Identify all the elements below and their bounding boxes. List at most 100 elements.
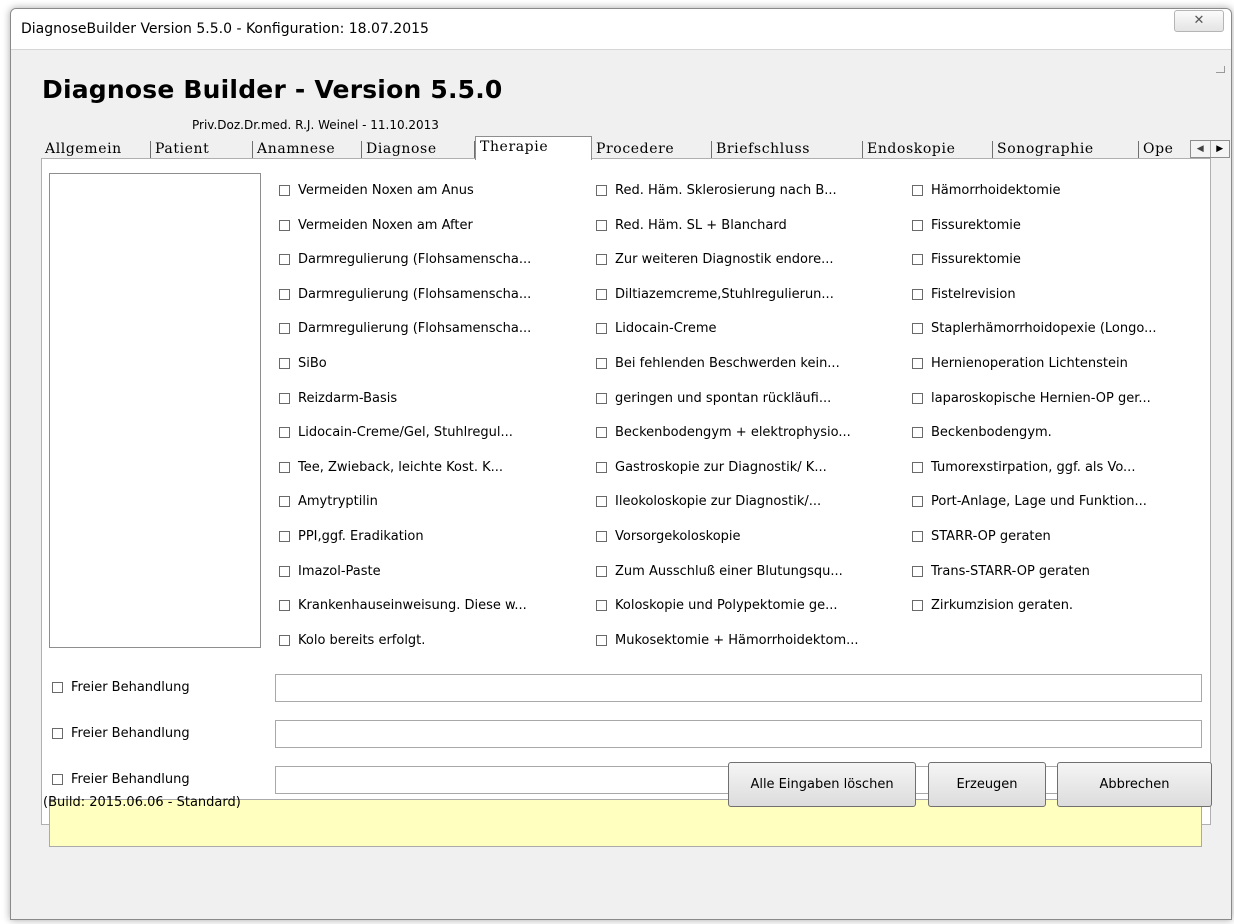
therapy-checkbox[interactable]: Fissurektomie xyxy=(912,216,1021,234)
therapy-checkbox[interactable]: Lidocain-Creme/Gel, Stuhlregul... xyxy=(279,423,513,441)
checkbox-box[interactable] xyxy=(596,599,607,611)
checkbox-box[interactable] xyxy=(596,495,607,507)
therapy-checkbox[interactable]: Darmregulierung (Flohsamenscha... xyxy=(279,250,531,268)
therapy-checkbox[interactable]: Kolo bereits erfolgt. xyxy=(279,631,425,649)
free-treatment-input-2[interactable] xyxy=(275,720,1202,748)
tab-operation[interactable]: Ope xyxy=(1139,141,1190,158)
tab-patient[interactable]: Patient xyxy=(151,141,253,158)
therapy-checkbox[interactable]: Hernienoperation Lichtenstein xyxy=(912,354,1128,372)
checkbox-box[interactable] xyxy=(596,288,607,300)
therapy-checkbox[interactable]: Beckenbodengym + elektrophysio... xyxy=(596,423,851,441)
cancel-button[interactable]: Abbrechen xyxy=(1057,762,1212,807)
therapy-checkbox[interactable]: Tee, Zwieback, leichte Kost. K... xyxy=(279,458,503,476)
checkbox-box[interactable] xyxy=(912,599,923,611)
checkbox-box[interactable] xyxy=(596,322,607,334)
checkbox-box[interactable] xyxy=(912,219,923,231)
checkbox-box[interactable] xyxy=(279,253,290,265)
checkbox-box[interactable] xyxy=(912,565,923,577)
therapy-checkbox[interactable]: Fissurektomie xyxy=(912,250,1021,268)
therapy-checkbox[interactable]: Vorsorgekoloskopie xyxy=(596,527,741,545)
therapy-checkbox[interactable]: Koloskopie und Polypektomie ge... xyxy=(596,596,838,614)
tab-endoskopie[interactable]: Endoskopie xyxy=(863,141,993,158)
generate-button[interactable]: Erzeugen xyxy=(928,762,1046,807)
therapy-checkbox[interactable]: SiBo xyxy=(279,354,327,372)
therapy-checkbox[interactable]: Bei fehlenden Beschwerden kein... xyxy=(596,354,840,372)
therapy-checkbox[interactable]: Vermeiden Noxen am After xyxy=(279,216,473,234)
checkbox-box[interactable] xyxy=(279,219,290,231)
therapy-checkbox[interactable]: Darmregulierung (Flohsamenscha... xyxy=(279,319,531,337)
therapy-checkbox[interactable]: Hämorrhoidektomie xyxy=(912,181,1061,199)
free-treatment-checkbox-3[interactable]: Freier Behandlung xyxy=(52,770,190,788)
checkbox-box[interactable] xyxy=(596,357,607,369)
therapy-checkbox[interactable]: Zirkumzision geraten. xyxy=(912,596,1073,614)
checkbox-box[interactable] xyxy=(596,565,607,577)
checkbox-box[interactable] xyxy=(596,461,607,473)
checkbox-box[interactable] xyxy=(596,634,607,646)
therapy-checkbox[interactable]: PPI,ggf. Eradikation xyxy=(279,527,424,545)
therapy-checkbox[interactable]: Diltiazemcreme,Stuhlregulierun... xyxy=(596,285,834,303)
free-treatment-input-1[interactable] xyxy=(275,674,1202,702)
checkbox-box[interactable] xyxy=(279,461,290,473)
therapy-checkbox[interactable]: Krankenhauseinweisung. Diese w... xyxy=(279,596,527,614)
checkbox-box[interactable] xyxy=(596,392,607,404)
checkbox-box[interactable] xyxy=(279,184,290,196)
checkbox-box[interactable] xyxy=(279,357,290,369)
checkbox-box[interactable] xyxy=(596,530,607,542)
tab-anamnese[interactable]: Anamnese xyxy=(253,141,362,158)
tab-diagnose[interactable]: Diagnose xyxy=(362,141,475,158)
therapy-checkbox[interactable]: Reizdarm-Basis xyxy=(279,389,397,407)
checkbox-box[interactable] xyxy=(912,426,923,438)
selection-listbox[interactable] xyxy=(49,173,261,648)
therapy-checkbox[interactable]: Amytryptilin xyxy=(279,492,378,510)
free-treatment-checkbox-2[interactable]: Freier Behandlung xyxy=(52,724,190,742)
therapy-checkbox[interactable]: Fistelrevision xyxy=(912,285,1016,303)
therapy-checkbox[interactable]: Darmregulierung (Flohsamenscha... xyxy=(279,285,531,303)
therapy-checkbox[interactable]: Imazol-Paste xyxy=(279,562,381,580)
therapy-checkbox[interactable]: Zur weiteren Diagnostik endore... xyxy=(596,250,833,268)
checkbox-box[interactable] xyxy=(596,426,607,438)
checkbox-box[interactable] xyxy=(279,322,290,334)
checkbox-box[interactable] xyxy=(279,426,290,438)
checkbox-box[interactable] xyxy=(279,530,290,542)
checkbox-box[interactable] xyxy=(912,288,923,300)
therapy-checkbox[interactable]: Vermeiden Noxen am Anus xyxy=(279,181,474,199)
checkbox-box[interactable] xyxy=(52,681,63,693)
therapy-checkbox[interactable]: Trans-STARR-OP geraten xyxy=(912,562,1090,580)
checkbox-box[interactable] xyxy=(912,357,923,369)
therapy-checkbox[interactable]: laparoskopische Hernien-OP ger... xyxy=(912,389,1151,407)
checkbox-box[interactable] xyxy=(596,219,607,231)
tab-allgemein[interactable]: Allgemein xyxy=(41,141,151,158)
therapy-checkbox[interactable]: Red. Häm. Sklerosierung nach B... xyxy=(596,181,837,199)
size-grip-icon[interactable] xyxy=(1216,66,1225,73)
checkbox-box[interactable] xyxy=(279,495,290,507)
checkbox-box[interactable] xyxy=(912,392,923,404)
checkbox-box[interactable] xyxy=(279,392,290,404)
tab-procedere[interactable]: Procedere xyxy=(592,141,712,158)
therapy-checkbox[interactable]: Mukosektomie + Hämorrhoidektom... xyxy=(596,631,859,649)
therapy-checkbox[interactable]: STARR-OP geraten xyxy=(912,527,1051,545)
tab-scroll-left-icon[interactable]: ◀ xyxy=(1191,141,1210,157)
tab-sonographie[interactable]: Sonographie xyxy=(993,141,1139,158)
free-treatment-checkbox-1[interactable]: Freier Behandlung xyxy=(52,678,190,696)
therapy-checkbox[interactable]: Ileokoloskopie zur Diagnostik/... xyxy=(596,492,821,510)
therapy-checkbox[interactable]: Port-Anlage, Lage und Funktion... xyxy=(912,492,1147,510)
checkbox-box[interactable] xyxy=(912,495,923,507)
checkbox-box[interactable] xyxy=(279,599,290,611)
checkbox-box[interactable] xyxy=(279,288,290,300)
checkbox-box[interactable] xyxy=(912,184,923,196)
therapy-checkbox[interactable]: Tumorexstirpation, ggf. als Vo... xyxy=(912,458,1135,476)
checkbox-box[interactable] xyxy=(596,184,607,196)
therapy-checkbox[interactable]: Lidocain-Creme xyxy=(596,319,717,337)
therapy-checkbox[interactable]: Red. Häm. SL + Blanchard xyxy=(596,216,787,234)
checkbox-box[interactable] xyxy=(912,530,923,542)
checkbox-box[interactable] xyxy=(52,773,63,785)
therapy-checkbox[interactable]: Gastroskopie zur Diagnostik/ K... xyxy=(596,458,827,476)
checkbox-box[interactable] xyxy=(912,461,923,473)
title-bar[interactable]: DiagnoseBuilder Version 5.5.0 - Konfigur… xyxy=(11,9,1231,50)
clear-all-button[interactable]: Alle Eingaben löschen xyxy=(728,762,916,807)
checkbox-box[interactable] xyxy=(912,322,923,334)
therapy-checkbox[interactable]: Beckenbodengym. xyxy=(912,423,1052,441)
checkbox-box[interactable] xyxy=(52,727,63,739)
therapy-checkbox[interactable]: Staplerhämorrhoidopexie (Longo... xyxy=(912,319,1156,337)
therapy-checkbox[interactable]: Zum Ausschluß einer Blutungsqu... xyxy=(596,562,843,580)
